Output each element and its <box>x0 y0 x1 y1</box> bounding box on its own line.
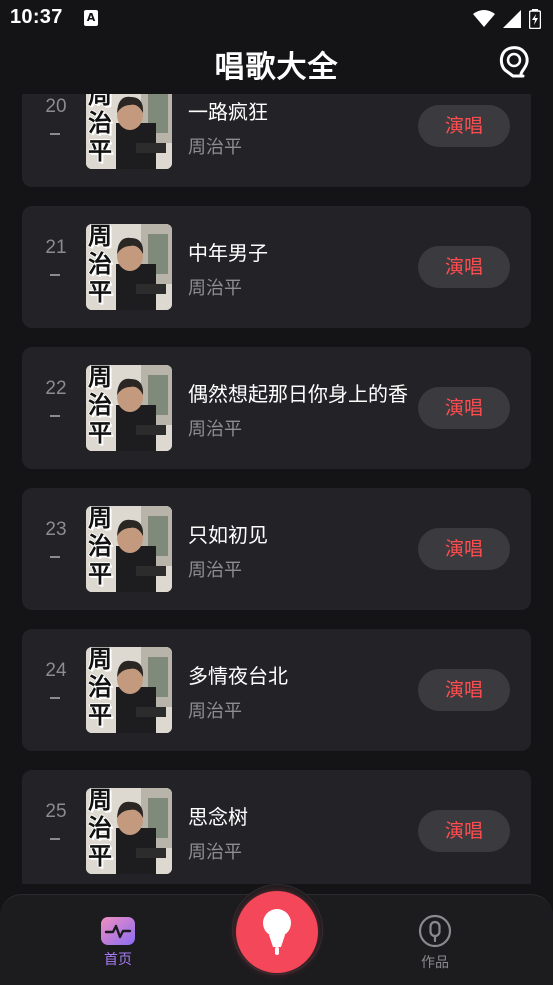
song-card[interactable]: 21 周 治 平 中年男子 周治平 演唱 <box>22 206 531 328</box>
sing-button[interactable]: 演唱 <box>418 810 510 852</box>
album-cover: 周 治 平 <box>86 94 172 169</box>
album-cover: 周 治 平 <box>86 647 172 733</box>
cover-artist-text: 周 治 平 <box>88 647 112 729</box>
nav-works[interactable]: 作品 <box>395 914 475 972</box>
page-title: 唱歌大全 <box>214 50 339 85</box>
album-cover: 周 治 平 <box>86 224 172 310</box>
cover-artist-text: 周 治 平 <box>88 224 112 306</box>
rank-trend-icon <box>50 838 60 840</box>
app-header: 唱歌大全 <box>0 38 553 94</box>
profile-button[interactable] <box>497 42 531 82</box>
song-title: 中年男子 <box>188 241 268 265</box>
rank-number: 21 <box>45 237 67 258</box>
song-title: 一路疯狂 <box>188 100 268 124</box>
sing-button[interactable]: 演唱 <box>418 246 510 288</box>
cover-artist-text: 周 治 平 <box>88 788 112 870</box>
song-artist: 周治平 <box>188 842 242 863</box>
nav-home[interactable]: 首页 <box>78 917 158 969</box>
album-cover: 周 治 平 <box>86 365 172 451</box>
song-title: 只如初见 <box>188 523 268 547</box>
pulse-icon <box>101 917 135 945</box>
song-title: 多情夜台北 <box>188 664 288 688</box>
song-title: 思念树 <box>188 805 248 829</box>
status-bar: 10:37 A <box>0 0 553 38</box>
app-notification-icon: A <box>84 10 98 26</box>
rank-number: 23 <box>45 519 67 540</box>
song-artist: 周治平 <box>188 278 242 299</box>
battery-icon <box>529 9 541 29</box>
cover-artist-text: 周 治 平 <box>88 94 112 165</box>
user-icon <box>499 46 529 78</box>
microphone-icon <box>263 909 291 955</box>
song-card[interactable]: 24 周 治 平 多情夜台北 周治平 演唱 <box>22 629 531 751</box>
rank-trend-icon <box>50 556 60 558</box>
song-card[interactable]: 22 周 治 平 偶然想起那日你身上的香 周治平 演唱 <box>22 347 531 469</box>
song-list[interactable]: 20 周 治 平 一路疯狂 周治平 演唱 21 周 治 平 中年男子 周治平 演… <box>0 94 553 884</box>
song-artist: 周治平 <box>188 701 242 722</box>
album-cover: 周 治 平 <box>86 788 172 874</box>
album-cover: 周 治 平 <box>86 506 172 592</box>
sing-button[interactable]: 演唱 <box>418 387 510 429</box>
wifi-icon <box>473 10 495 27</box>
sing-button[interactable]: 演唱 <box>418 105 510 147</box>
rank-trend-icon <box>50 133 60 135</box>
rank-trend-icon <box>50 274 60 276</box>
sing-button[interactable]: 演唱 <box>418 669 510 711</box>
rank-trend-icon <box>50 415 60 417</box>
song-artist: 周治平 <box>188 419 242 440</box>
rank-number: 24 <box>45 660 67 681</box>
signal-icon <box>503 10 521 28</box>
cover-artist-text: 周 治 平 <box>88 506 112 588</box>
cover-artist-text: 周 治 平 <box>88 365 112 447</box>
nav-home-label: 首页 <box>104 952 132 968</box>
song-card[interactable]: 25 周 治 平 思念树 周治平 演唱 <box>22 770 531 884</box>
rank-number: 20 <box>45 96 67 117</box>
rank-number: 25 <box>45 801 67 822</box>
song-artist: 周治平 <box>188 137 242 158</box>
rank-number: 22 <box>45 378 67 399</box>
song-card[interactable]: 23 周 治 平 只如初见 周治平 演唱 <box>22 488 531 610</box>
song-card[interactable]: 20 周 治 平 一路疯狂 周治平 演唱 <box>22 94 531 187</box>
song-artist: 周治平 <box>188 560 242 581</box>
song-title: 偶然想起那日你身上的香 <box>188 382 408 406</box>
status-time: 10:37 <box>10 6 63 28</box>
sing-button[interactable]: 演唱 <box>418 528 510 570</box>
nav-works-label: 作品 <box>421 955 449 971</box>
status-icons <box>473 8 541 30</box>
sing-fab-button[interactable] <box>236 891 318 973</box>
mic-circle-icon <box>418 914 452 948</box>
rank-trend-icon <box>50 697 60 699</box>
